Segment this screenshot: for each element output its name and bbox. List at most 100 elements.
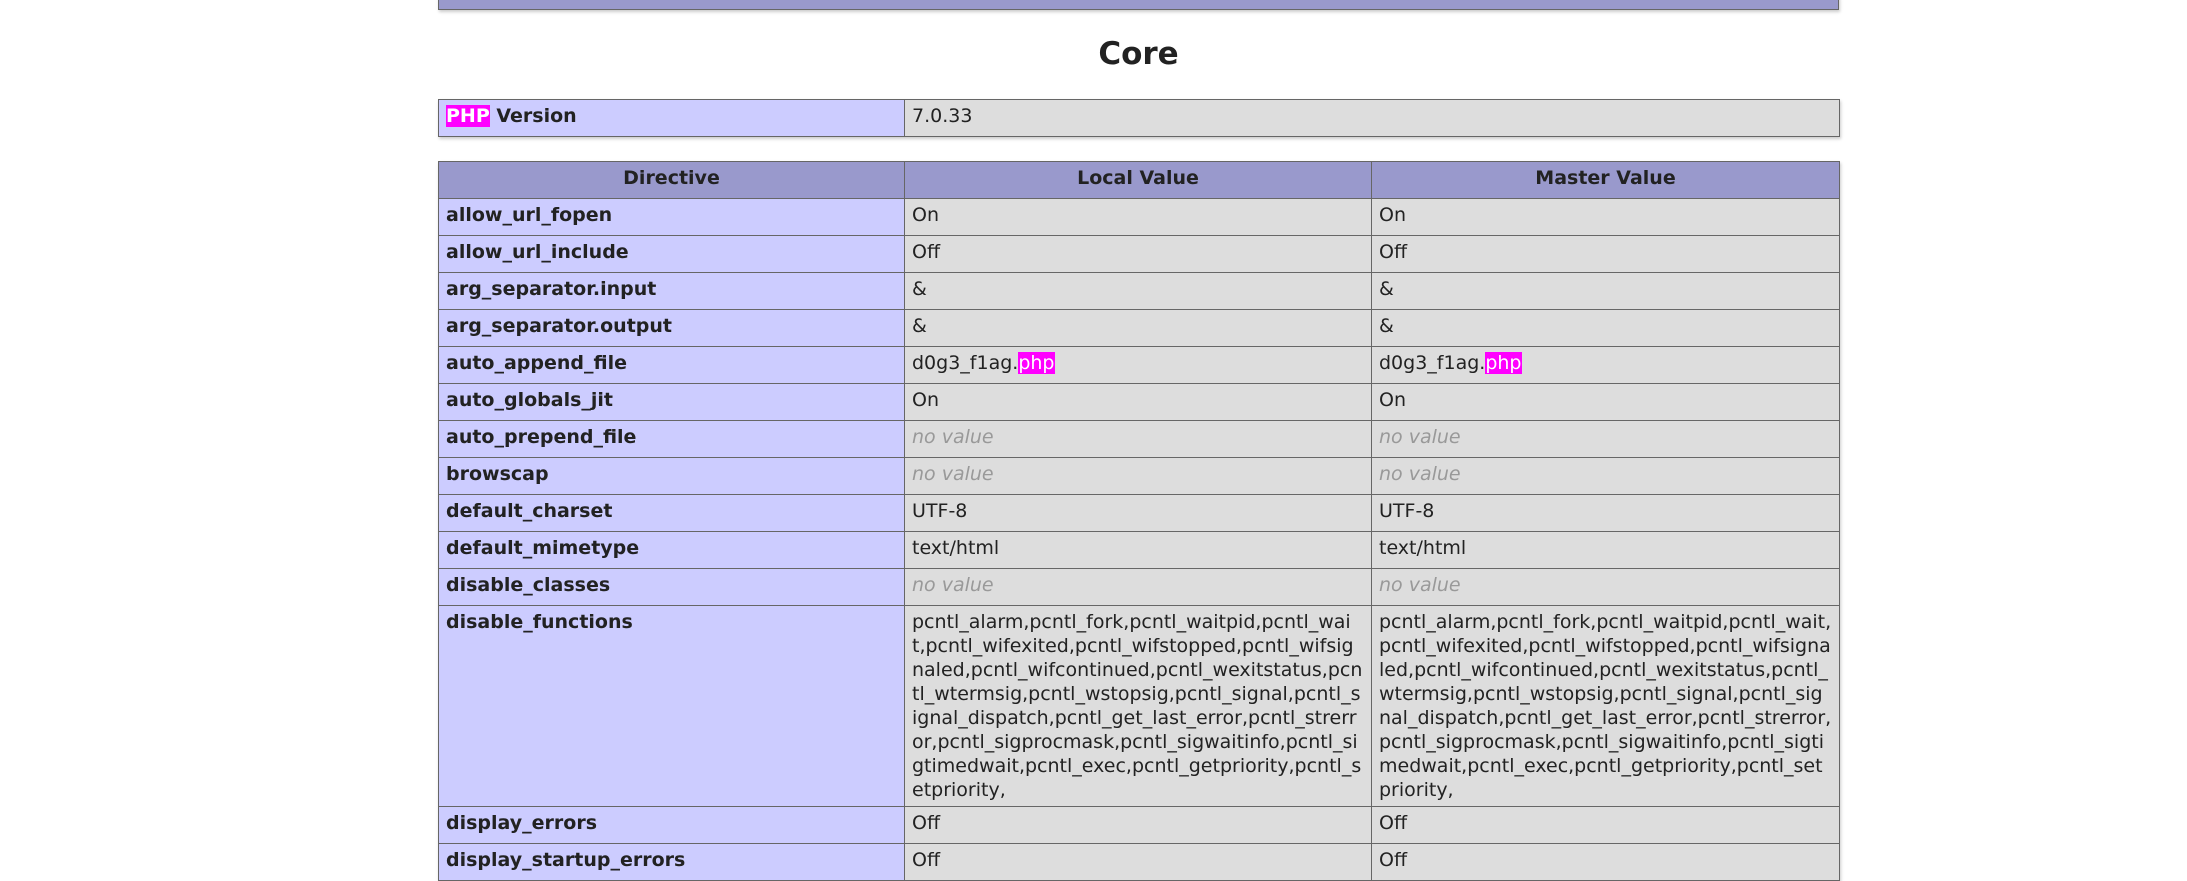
master-value: no value: [1371, 568, 1840, 606]
master-value-text: Off: [1379, 849, 1408, 871]
master-value: Off: [1371, 235, 1840, 273]
table-row: disable_functions pcntl_alarm,pcntl_fork,…: [438, 605, 1840, 807]
master-value-text: UTF-8: [1379, 500, 1435, 522]
no-value-text: no value: [1379, 463, 1461, 485]
master-value-text: text/html: [1379, 537, 1467, 559]
local-value: UTF-8: [904, 494, 1372, 532]
version-table: PHP Version 7.0.33: [438, 99, 1840, 137]
local-value: &: [904, 272, 1372, 310]
master-value-text: On: [1379, 204, 1406, 226]
directive-name: disable_functions: [438, 605, 905, 807]
local-value-text: &: [912, 278, 927, 300]
master-value: text/html: [1371, 531, 1840, 569]
local-value: no value: [904, 420, 1372, 458]
directive-name: disable_classes: [438, 568, 905, 606]
directive-name: default_charset: [438, 494, 905, 532]
local-value-text: &: [912, 315, 927, 337]
local-value: no value: [904, 457, 1372, 495]
version-label-text: Version: [489, 105, 577, 127]
directive-name: auto_prepend_file: [438, 420, 905, 458]
table-row: allow_url_fopen On On: [438, 198, 1840, 236]
directive-name: display_startup_errors: [438, 843, 905, 881]
version-row: PHP Version 7.0.33: [438, 99, 1840, 137]
directive-name: auto_globals_jit: [438, 383, 905, 421]
local-value: On: [904, 383, 1372, 421]
local-value: pcntl_alarm,pcntl_fork,pcntl_waitpid,pcn…: [904, 605, 1372, 807]
table-row: display_startup_errors Off Off: [438, 843, 1840, 881]
local-value: d0g3_f1ag.php: [904, 346, 1372, 384]
no-value-text: no value: [1379, 574, 1461, 596]
no-value-text: no value: [912, 574, 994, 596]
local-value-text: UTF-8: [912, 500, 968, 522]
directive-name: allow_url_include: [438, 235, 905, 273]
local-value: &: [904, 309, 1372, 347]
local-value-text: On: [912, 204, 939, 226]
master-value: On: [1371, 383, 1840, 421]
version-value: 7.0.33: [904, 99, 1840, 137]
directive-name: browscap: [438, 457, 905, 495]
master-value-text: &: [1379, 278, 1394, 300]
master-value: &: [1371, 309, 1840, 347]
master-value-text: Off: [1379, 812, 1408, 834]
master-value: d0g3_f1ag.php: [1371, 346, 1840, 384]
table-row: arg_separator.output & &: [438, 309, 1840, 347]
local-value-text: On: [912, 389, 939, 411]
master-value: On: [1371, 198, 1840, 236]
local-value: Off: [904, 843, 1372, 881]
master-value-prefix: d0g3_f1ag.: [1379, 352, 1486, 374]
master-value: no value: [1371, 420, 1840, 458]
section-title: Core: [1098, 36, 1179, 72]
local-value: Off: [904, 806, 1372, 844]
table-row: auto_prepend_file no value no value: [438, 420, 1840, 458]
header-master-value: Master Value: [1371, 161, 1840, 199]
table-row: default_mimetype text/html text/html: [438, 531, 1840, 569]
directive-rows: allow_url_fopen On On allow_url_include Off O…: [438, 198, 1840, 881]
directive-name: arg_separator.output: [438, 309, 905, 347]
no-value-text: no value: [1379, 426, 1461, 448]
master-value: Off: [1371, 843, 1840, 881]
master-value-text: pcntl_alarm,pcntl_fork,pcntl_waitpid,pcn…: [1379, 611, 1832, 801]
directive-name: display_errors: [438, 806, 905, 844]
directive-name: default_mimetype: [438, 531, 905, 569]
table-row: auto_globals_jit On On: [438, 383, 1840, 421]
local-value-prefix: d0g3_f1ag.: [912, 352, 1019, 374]
previous-section-header-bar: [438, 0, 1839, 10]
local-value: On: [904, 198, 1372, 236]
table-row: arg_separator.input & &: [438, 272, 1840, 310]
local-value: text/html: [904, 531, 1372, 569]
table-row: default_charset UTF-8 UTF-8: [438, 494, 1840, 532]
master-value-text: &: [1379, 315, 1394, 337]
master-value: &: [1371, 272, 1840, 310]
master-value: UTF-8: [1371, 494, 1840, 532]
header-row: Directive Local Value Master Value: [438, 161, 1840, 199]
directive-name: arg_separator.input: [438, 272, 905, 310]
master-value: pcntl_alarm,pcntl_fork,pcntl_waitpid,pcn…: [1371, 605, 1840, 807]
no-value-text: no value: [912, 426, 994, 448]
local-value-text: Off: [912, 812, 941, 834]
php-highlight: php: [1485, 352, 1522, 374]
header-directive: Directive: [438, 161, 905, 199]
local-value: no value: [904, 568, 1372, 606]
no-value-text: no value: [912, 463, 994, 485]
local-value: Off: [904, 235, 1372, 273]
directive-name: allow_url_fopen: [438, 198, 905, 236]
directive-name: auto_append_file: [438, 346, 905, 384]
local-value-text: Off: [912, 241, 941, 263]
master-value-text: On: [1379, 389, 1406, 411]
master-value: no value: [1371, 457, 1840, 495]
local-value-text: pcntl_alarm,pcntl_fork,pcntl_waitpid,pcn…: [912, 611, 1363, 801]
table-row: allow_url_include Off Off: [438, 235, 1840, 273]
local-value-text: text/html: [912, 537, 1000, 559]
directives-table: Directive Local Value Master Value allow…: [438, 161, 1840, 881]
master-value: Off: [1371, 806, 1840, 844]
table-row: display_errors Off Off: [438, 806, 1840, 844]
local-value-text: Off: [912, 849, 941, 871]
version-label: PHP Version: [438, 99, 905, 137]
table-row: disable_classes no value no value: [438, 568, 1840, 606]
table-row: auto_append_file d0g3_f1ag.php d0g3_f1ag.p…: [438, 346, 1840, 384]
header-local-value: Local Value: [904, 161, 1372, 199]
php-highlight: php: [1018, 352, 1055, 374]
master-value-text: Off: [1379, 241, 1408, 263]
table-row: browscap no value no value: [438, 457, 1840, 495]
php-highlight: PHP: [446, 105, 490, 127]
